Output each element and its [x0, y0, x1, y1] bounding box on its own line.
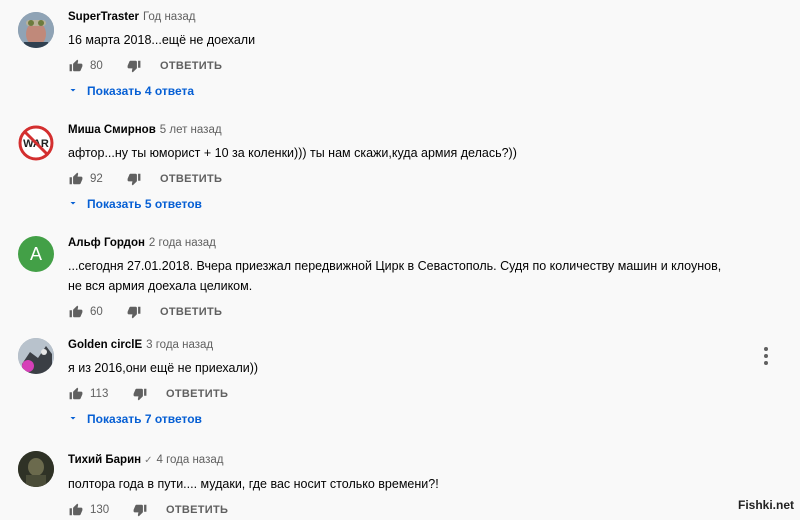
reply-button[interactable]: ОТВЕТИТЬ: [166, 388, 228, 400]
show-replies-button[interactable]: Показать 7 ответов: [68, 409, 760, 429]
watermark: Fishki.net: [737, 498, 794, 512]
comment-text-line: не вся армия доехала целиком.: [68, 279, 253, 293]
more-actions-icon[interactable]: [756, 346, 776, 366]
like-count: 60: [90, 306, 103, 318]
like-count: 130: [90, 504, 110, 516]
like-icon[interactable]: [68, 386, 84, 402]
comment-time[interactable]: Год назад: [143, 11, 196, 23]
chevron-down-icon: [67, 84, 81, 99]
author-name[interactable]: SuperTraster: [68, 11, 139, 23]
comment-text: я из 2016,они ещё не приехали)): [68, 361, 259, 375]
checkmark-icon: ✓: [144, 455, 153, 466]
like-icon[interactable]: [68, 58, 84, 74]
reply-button[interactable]: ОТВЕТИТЬ: [160, 173, 222, 185]
show-replies-label: Показать 7 ответов: [87, 412, 202, 426]
comment-time[interactable]: 2 года назад: [149, 237, 216, 249]
comment-text-line: ...сегодня 27.01.2018. Вчера приезжал пе…: [68, 259, 722, 273]
reply-button[interactable]: ОТВЕТИТЬ: [160, 60, 222, 72]
comment-text: 16 марта 2018...ещё не доехали: [68, 33, 256, 47]
show-replies-button[interactable]: Показать 4 ответа: [68, 81, 760, 101]
dislike-icon[interactable]: [126, 304, 142, 320]
avatar[interactable]: [18, 338, 54, 374]
comment-text: ...сегодня 27.01.2018. Вчера приезжал пе…: [68, 256, 760, 296]
dislike-icon[interactable]: [132, 386, 148, 402]
photo-avatar-icon: [18, 12, 54, 48]
author-name[interactable]: Golden circlE: [68, 339, 142, 351]
no-war-sign-avatar-icon: WAR: [18, 125, 54, 161]
chevron-down-icon: [67, 197, 81, 212]
show-replies-label: Показать 5 ответов: [87, 197, 202, 211]
comment-text: афтор...ну ты юморист + 10 за коленки)))…: [68, 146, 517, 160]
dislike-icon[interactable]: [126, 58, 142, 74]
show-replies-button[interactable]: Показать 5 ответов: [68, 194, 760, 214]
like-count: 113: [90, 388, 109, 400]
photo-avatar-icon: [18, 338, 54, 374]
reply-button[interactable]: ОТВЕТИТЬ: [166, 504, 228, 516]
dislike-icon[interactable]: [126, 171, 142, 187]
comment-time[interactable]: 3 года назад: [146, 339, 213, 351]
comment-text: полтора года в пути.... мудаки, где вас …: [68, 477, 439, 491]
author-name[interactable]: Альф Гордон: [68, 237, 145, 249]
reply-button[interactable]: ОТВЕТИТЬ: [160, 306, 222, 318]
show-replies-label: Показать 4 ответа: [87, 84, 195, 98]
like-icon[interactable]: [68, 171, 84, 187]
avatar[interactable]: WAR: [18, 125, 54, 161]
author-name[interactable]: Миша Смирнов: [68, 124, 156, 136]
dislike-icon[interactable]: [132, 502, 148, 518]
avatar[interactable]: A: [18, 236, 54, 272]
avatar-letter: A: [29, 243, 42, 264]
author-name[interactable]: Тихий Барин: [68, 454, 141, 466]
like-count: 92: [90, 173, 103, 185]
like-count: 80: [90, 60, 103, 72]
like-icon[interactable]: [68, 304, 84, 320]
comment-time[interactable]: 4 года назад: [156, 454, 223, 466]
avatar[interactable]: [18, 451, 54, 487]
like-icon[interactable]: [68, 502, 84, 518]
photo-avatar-icon: [18, 451, 54, 487]
avatar[interactable]: [18, 12, 54, 48]
chevron-down-icon: [67, 412, 81, 427]
comment-time[interactable]: 5 лет назад: [160, 124, 222, 136]
